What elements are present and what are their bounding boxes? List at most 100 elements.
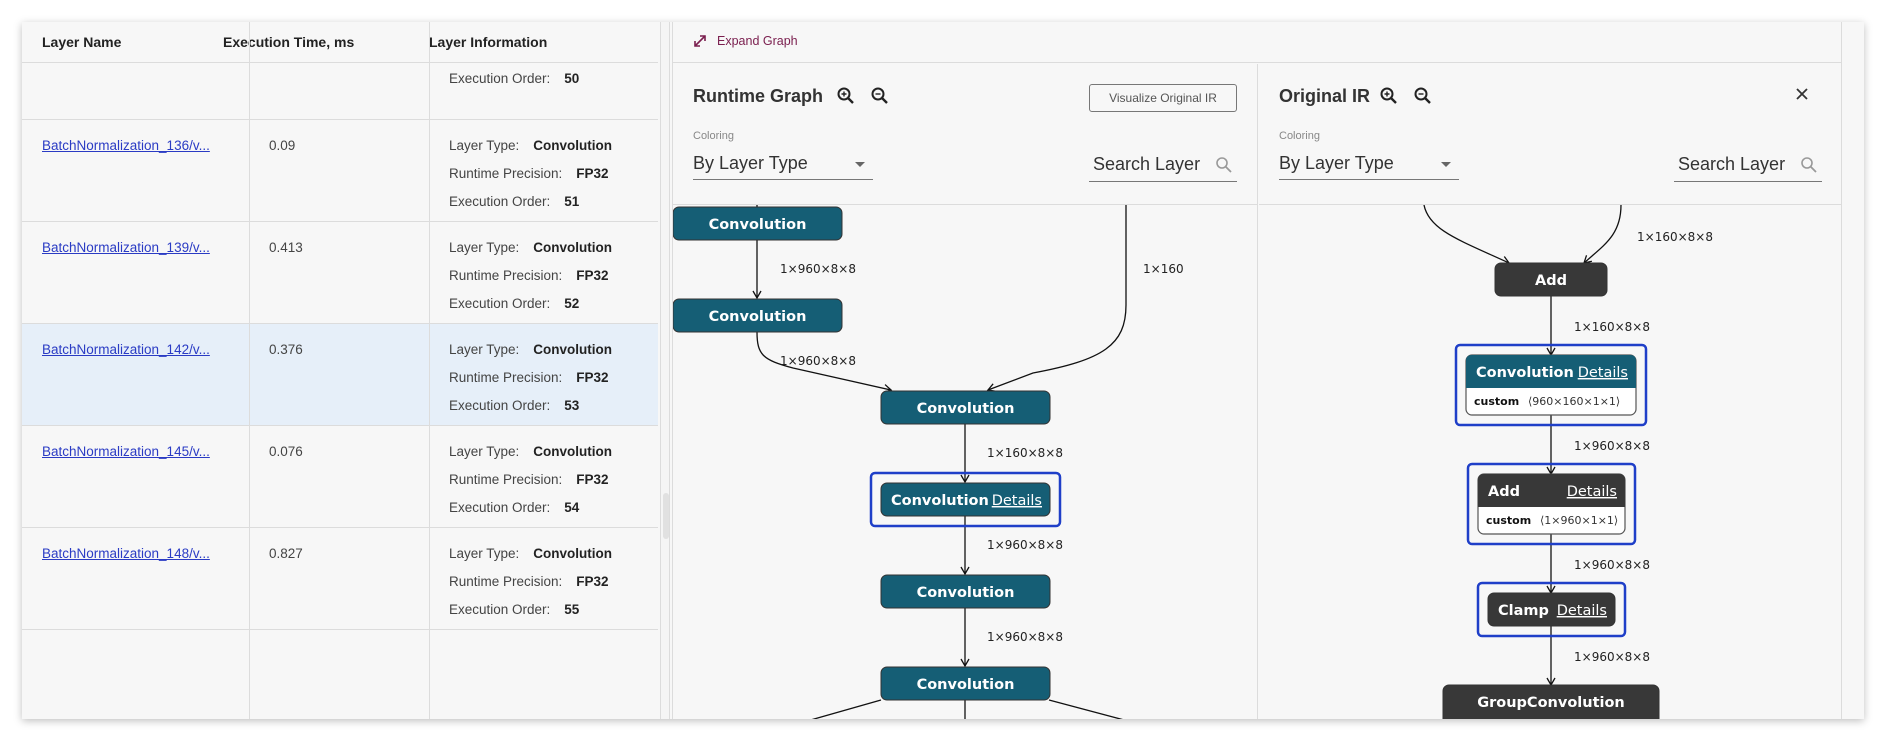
edge-shape-label: 1×160×8×8 [1637,230,1713,244]
node-label: Add [1535,273,1567,289]
node-label: Convolution [709,309,807,325]
close-icon[interactable] [1792,84,1812,104]
search-layer-field[interactable] [1089,148,1237,182]
edge-shape-label: 1×960×8×8 [987,630,1063,644]
graph-node-selected[interactable]: custom ⟨1×960×1×1⟩ Add Details [1466,462,1637,546]
graph-node[interactable]: Convolution [880,390,1051,425]
execution-order: Execution Order: 52 [449,296,580,311]
edge-shape-label: 1×960×8×8 [1574,558,1650,572]
attribute-key: custom [1474,395,1519,408]
execution-order: Execution Order: 50 [449,71,580,86]
node-label: Convolution [917,677,1015,693]
edge-shape-label: 1×960×8×8 [780,262,856,276]
scrollbar-thumb[interactable] [663,493,669,539]
runtime-graph-section: Runtime Graph Visualize Original IR Colo… [673,64,1258,719]
layer-type: Layer Type: Convolution [449,240,613,255]
edge-shape-label: 1×960×8×8 [1574,650,1650,664]
table-row-partial[interactable]: Execution Order: 50 [22,63,658,120]
search-icon [1216,157,1232,173]
original-ir-section: Original IR Coloring By Layer Type 1×160… [1259,64,1842,719]
table-row[interactable]: BatchNormalization_148/v... 0.827 Layer Ty… [22,528,658,630]
edge-shape-label: 1×160×8×8 [1574,320,1650,334]
table-row[interactable]: BatchNormalization_139/v... 0.413 Layer Ty… [22,222,658,324]
coloring-value: By Layer Type [1279,153,1394,173]
table-row[interactable]: BatchNormalization_136/v... 0.09 Layer Typ… [22,120,658,222]
table-scrollbar[interactable] [660,22,670,719]
details-link[interactable]: Details [1557,603,1607,619]
runtime-precision: Runtime Precision: FP32 [449,370,609,385]
chevron-down-icon [1441,162,1451,167]
coloring-select[interactable]: By Layer Type [693,148,873,180]
layer-name-link[interactable]: BatchNormalization_136/v... [42,138,210,153]
search-layer-input[interactable] [1678,154,1788,175]
table-row[interactable]: BatchNormalization_145/v... 0.076 Layer Ty… [22,426,658,528]
edge-shape-label: 1×960×8×8 [987,538,1063,552]
graph-node-selected[interactable]: custom ⟨960×160×1×1⟩ Convolution Details [1454,343,1648,427]
attribute-key: custom [1486,514,1531,527]
node-label: Convolution [891,493,989,509]
details-link[interactable]: Details [1567,484,1617,500]
execution-time: 0.413 [269,240,303,255]
node-label: GroupConvolution [1477,695,1625,711]
edge-shape-label: 1×160×8×8 [987,446,1063,460]
coloring-label: Coloring [693,130,734,142]
runtime-precision: Runtime Precision: FP32 [449,472,609,487]
details-link[interactable]: Details [992,493,1042,509]
details-link[interactable]: Details [1578,365,1628,381]
graph-panel: Expand Graph Runtime Graph Visualize Ori… [672,22,1842,719]
execution-time: 0.076 [269,444,303,459]
runtime-precision: Runtime Precision: FP32 [449,166,609,181]
execution-order: Execution Order: 51 [449,194,580,209]
zoom-out-icon[interactable] [1413,86,1433,106]
graph-edge [1423,205,1511,265]
layer-type: Layer Type: Convolution [449,342,613,357]
zoom-in-icon[interactable] [1379,86,1399,106]
graph-node[interactable]: Convolution [673,206,843,241]
graph-node[interactable]: Convolution [880,666,1051,701]
zoom-in-icon[interactable] [836,86,856,106]
edge-shape-label: 1×960×8×8 [780,354,856,368]
chevron-down-icon [855,162,865,167]
table-row[interactable]: BatchNormalization_142/v... 0.376 Layer Ty… [22,324,658,426]
column-divider [429,22,430,719]
graph-node[interactable]: Convolution [880,574,1051,609]
runtime-graph-title: Runtime Graph [693,86,824,106]
layer-name-link[interactable]: BatchNormalization_145/v... [42,444,210,459]
runtime-graph-canvas[interactable]: 1×960×8×8 1×960×8×8 1×160 1×160×8×8 1×960×8×… [673,204,1257,719]
visualize-original-ir-button[interactable]: Visualize Original IR [1089,84,1237,112]
graph-node[interactable]: Add [1494,262,1608,297]
node-label: Convolution [917,585,1015,601]
graph-node[interactable]: GroupConvolution [1442,684,1660,719]
original-ir-title: Original IR [1279,86,1371,106]
execution-time: 0.827 [269,546,303,561]
layer-name-link[interactable]: BatchNormalization_142/v... [42,342,210,357]
layers-table: Layer Name Execution Time, ms Layer Info… [22,22,658,719]
column-divider [249,22,250,719]
search-layer-input[interactable] [1093,154,1203,175]
execution-time: 0.376 [269,342,303,357]
node-label: Convolution [709,217,807,233]
original-ir-canvas[interactable]: 1×160×8×8 1×160×8×8 1×960×8×8 1×960×8×8 1×96… [1259,204,1842,719]
execution-order: Execution Order: 54 [449,500,580,515]
graph-node[interactable]: Convolution [673,298,843,333]
search-icon [1801,157,1817,173]
execution-order: Execution Order: 53 [449,398,580,413]
runtime-precision: Runtime Precision: FP32 [449,574,609,589]
node-label: Add [1488,484,1520,500]
attribute-shape: ⟨960×160×1×1⟩ [1528,395,1620,408]
runtime-precision: Runtime Precision: FP32 [449,268,609,283]
graph-edge [1583,205,1622,264]
search-layer-field[interactable] [1674,148,1822,182]
coloring-select[interactable]: By Layer Type [1279,148,1459,180]
expand-graph-label: Expand Graph [717,34,798,48]
header-execution-time[interactable]: Execution Time, ms [203,22,354,63]
profiling-window: Layer Name Execution Time, ms Layer Info… [22,22,1864,719]
layer-name-link[interactable]: BatchNormalization_139/v... [42,240,210,255]
expand-graph-button[interactable]: Expand Graph [693,34,798,48]
attribute-shape: ⟨1×960×1×1⟩ [1540,514,1618,527]
layer-name-link[interactable]: BatchNormalization_148/v... [42,546,210,561]
zoom-out-icon[interactable] [870,86,890,106]
execution-time: 0.09 [269,138,296,153]
header-layer-name[interactable]: Layer Name [22,22,121,63]
coloring-value: By Layer Type [693,153,808,173]
